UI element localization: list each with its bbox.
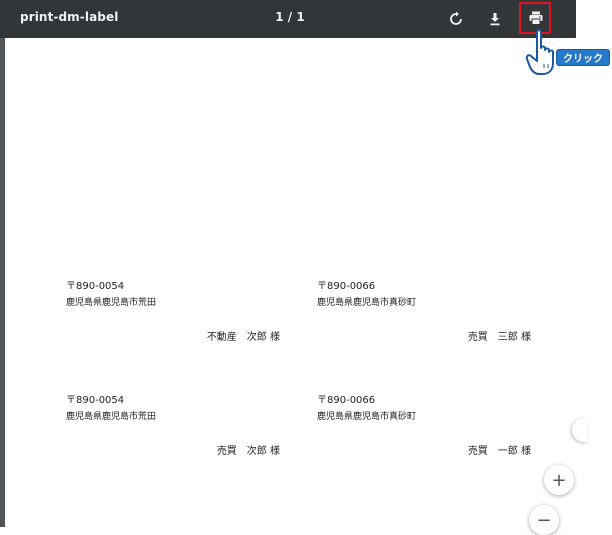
recipient-name: 売買 一郎 様 [467, 446, 531, 457]
address-label: 〒890-0054 鹿児島県鹿児島市荒田 不動産 次郎 様 [66, 277, 286, 367]
download-icon [490, 13, 500, 26]
rotate-button[interactable] [442, 5, 470, 33]
zoom-in-button[interactable]: + [544, 465, 574, 495]
address-label: 〒890-0066 鹿児島県鹿児島市真砂町 売買 三郎 様 [317, 277, 537, 367]
click-badge: クリック [556, 49, 610, 66]
download-button[interactable] [481, 5, 509, 33]
viewer-toolbar: print-dm-label 1 / 1 [0, 0, 576, 38]
address: 鹿児島県鹿児島市真砂町 [317, 412, 417, 422]
postal-code: 〒890-0054 [66, 395, 125, 406]
postal-code: 〒890-0066 [317, 395, 376, 406]
pdf-page: 〒890-0054 鹿児島県鹿児島市荒田 不動産 次郎 様 〒890-0066 … [5, 38, 576, 527]
recipient-name: 不動産 次郎 様 [206, 332, 280, 343]
postal-code: 〒890-0066 [317, 281, 376, 292]
address-label: 〒890-0054 鹿児島県鹿児島市荒田 売買 次郎 様 [66, 391, 286, 481]
pdf-viewer: print-dm-label 1 / 1 〒890-0054 鹿児島県鹿児島市荒… [0, 0, 576, 527]
print-icon [529, 11, 543, 25]
address-label: 〒890-0066 鹿児島県鹿児島市真砂町 売買 一郎 様 [317, 391, 537, 481]
outer-margin [576, 0, 612, 527]
zoom-out-button[interactable]: − [529, 505, 559, 535]
recipient-name: 売買 次郎 様 [216, 446, 280, 457]
address: 鹿児島県鹿児島市荒田 [66, 412, 157, 422]
address: 鹿児島県鹿児島市真砂町 [317, 298, 417, 308]
recipient-name: 売買 三郎 様 [467, 332, 531, 343]
postal-code: 〒890-0054 [66, 281, 125, 292]
rotate-icon [450, 11, 462, 25]
address: 鹿児島県鹿児島市荒田 [66, 298, 157, 308]
page-indicator: 1 / 1 [275, 10, 305, 24]
document-title: print-dm-label [20, 10, 119, 24]
